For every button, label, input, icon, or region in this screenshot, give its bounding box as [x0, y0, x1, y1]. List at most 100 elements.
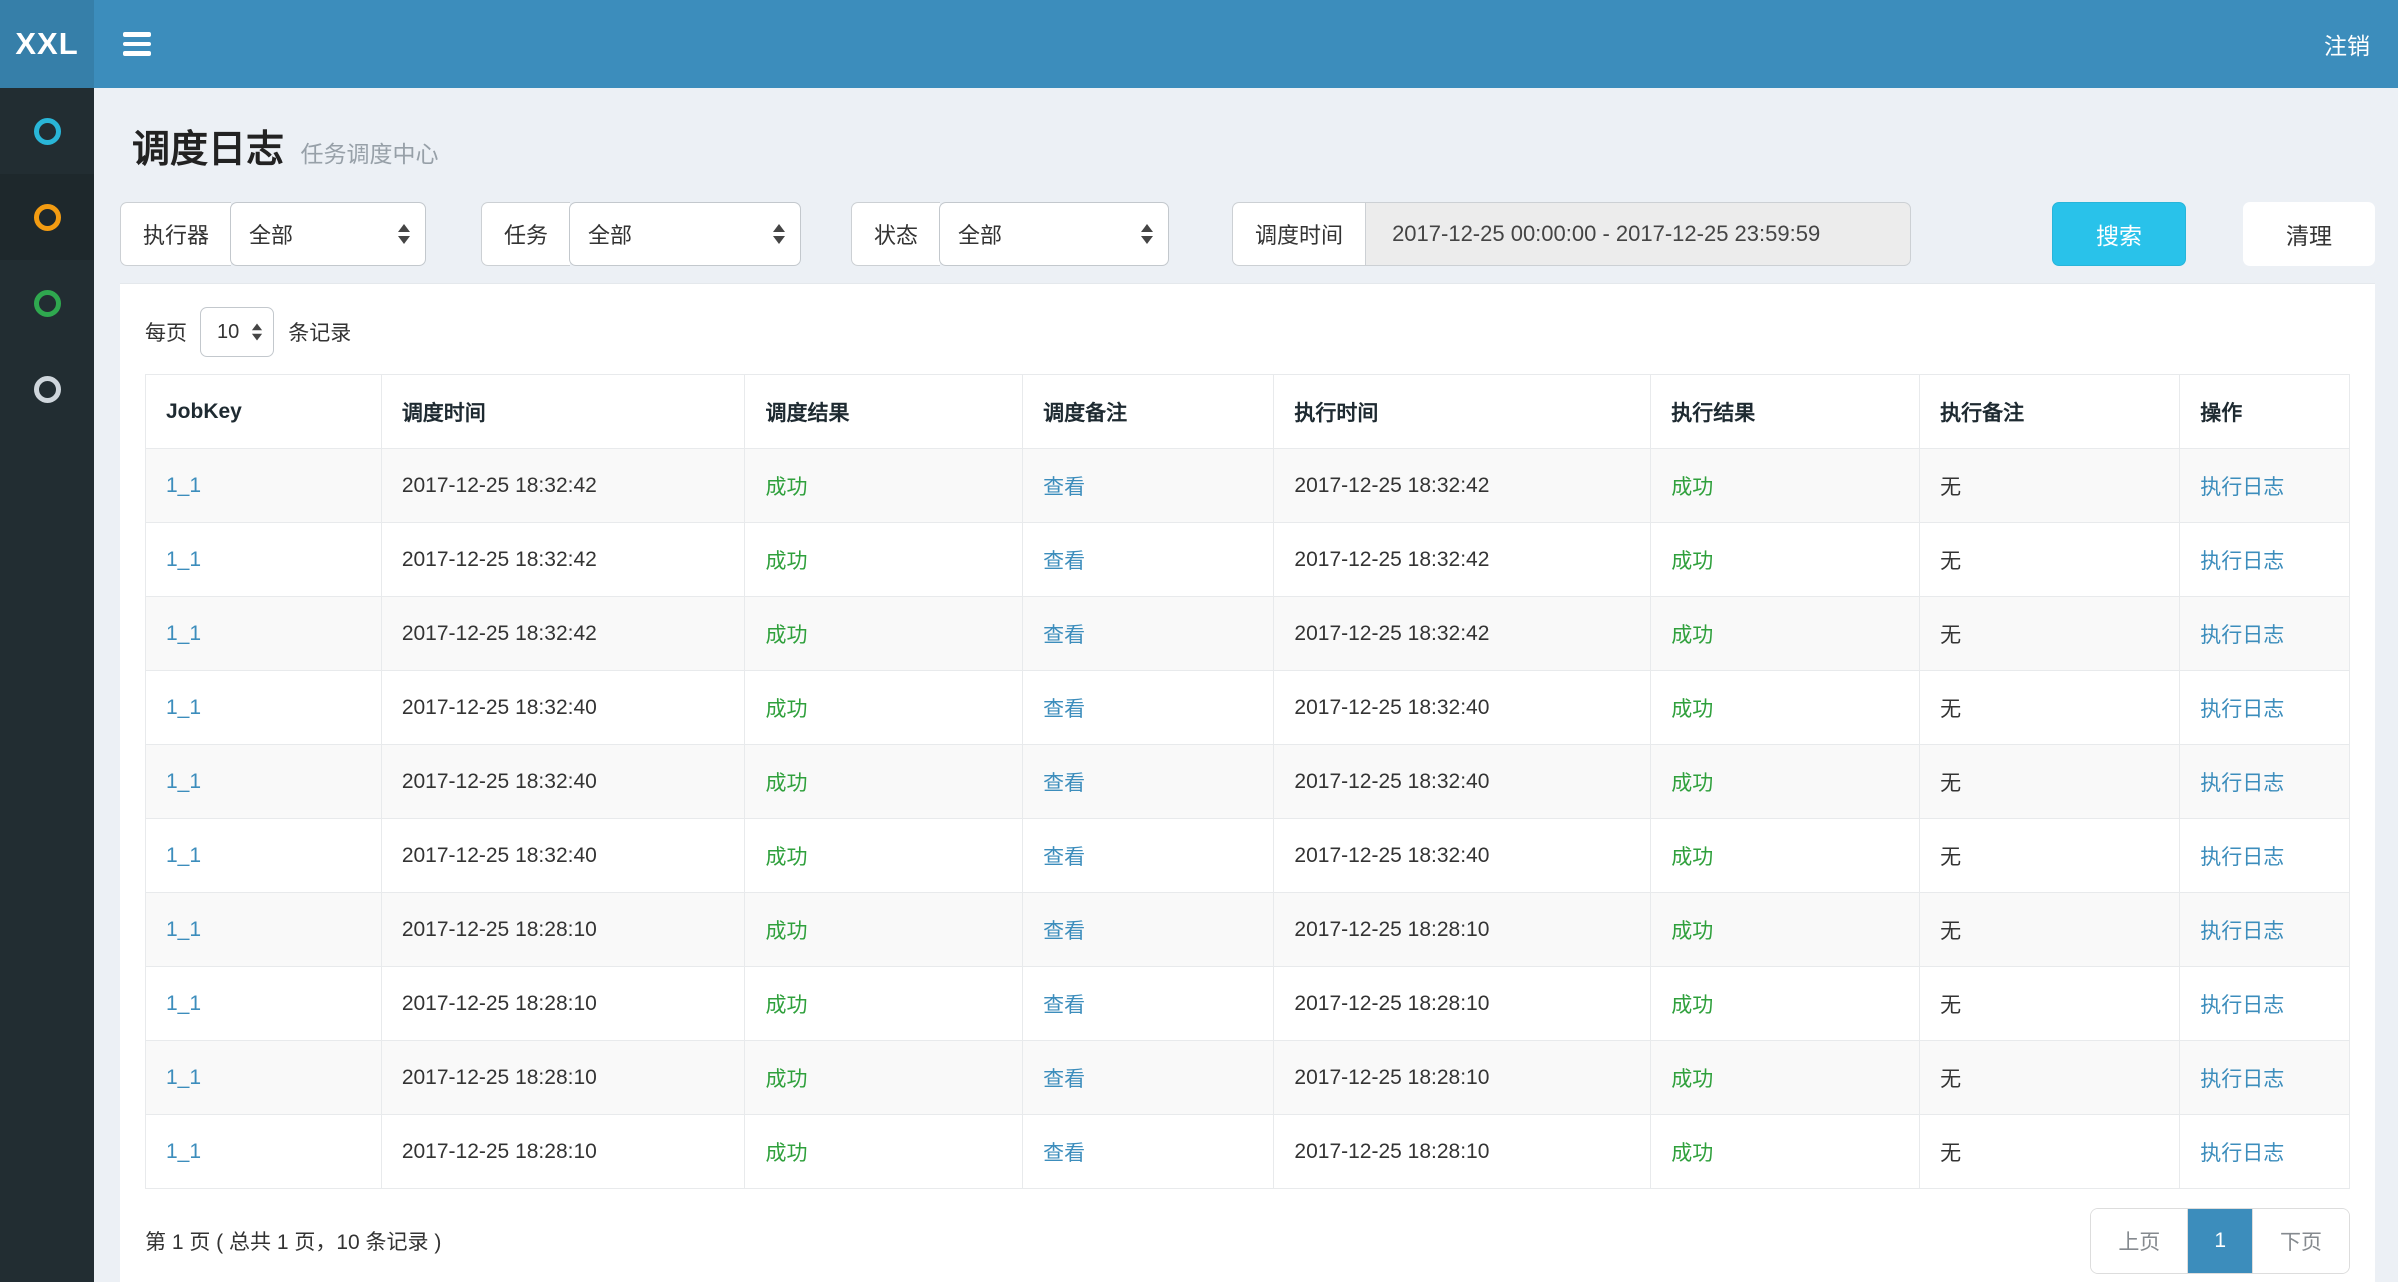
trigger-msg-link[interactable]: 查看 — [1043, 698, 1085, 721]
jobkey-link[interactable]: 1_1 — [166, 548, 201, 571]
job-filter-select[interactable]: 全部 — [569, 202, 801, 266]
handle-time-text: 2017-12-25 18:32:40 — [1294, 770, 1489, 793]
jobkey-link[interactable]: 1_1 — [166, 992, 201, 1015]
trigger-result-text: 成功 — [765, 846, 807, 869]
jobkey-link[interactable]: 1_1 — [166, 770, 201, 793]
app-logo: XXL — [0, 0, 94, 88]
trigger-msg-link[interactable]: 查看 — [1043, 624, 1085, 647]
jobkey-link[interactable]: 1_1 — [166, 622, 201, 645]
page-size-select[interactable]: 10 — [200, 307, 274, 357]
handle-result-text: 成功 — [1671, 1068, 1713, 1091]
exec-log-link[interactable]: 执行日志 — [2200, 994, 2284, 1017]
navbar-content: 注销 — [94, 0, 2398, 88]
table-row: 1_1 2017-12-25 18:32:40 成功 查看 2017-12-25… — [146, 745, 2350, 819]
exec-log-link[interactable]: 执行日志 — [2200, 920, 2284, 943]
select-arrows-icon — [398, 224, 410, 244]
next-page-button[interactable]: 下页 — [2252, 1209, 2349, 1273]
trigger-msg-link[interactable]: 查看 — [1043, 476, 1085, 499]
handle-result-text: 成功 — [1671, 846, 1713, 869]
app-window: XXL 注销 调度日志 任务调度中心 执行器 全部 — [0, 0, 2398, 1282]
time-range-input[interactable]: 2017-12-25 00:00:00 - 2017-12-25 23:59:5… — [1365, 202, 1911, 266]
exec-log-link[interactable]: 执行日志 — [2200, 1068, 2284, 1091]
sidebar-item-2-active[interactable] — [0, 174, 94, 260]
trigger-time-text: 2017-12-25 18:32:40 — [402, 844, 597, 867]
trigger-msg-link[interactable]: 查看 — [1043, 846, 1085, 869]
executor-filter-label: 执行器 — [120, 202, 231, 266]
trigger-time-text: 2017-12-25 18:28:10 — [402, 1140, 597, 1163]
table-row: 1_1 2017-12-25 18:28:10 成功 查看 2017-12-25… — [146, 967, 2350, 1041]
current-page-button[interactable]: 1 — [2187, 1209, 2252, 1273]
trigger-msg-link[interactable]: 查看 — [1043, 920, 1085, 943]
trigger-msg-link[interactable]: 查看 — [1043, 994, 1085, 1017]
handle-result-text: 成功 — [1671, 1142, 1713, 1165]
col-trigger-time: 调度时间 — [381, 375, 745, 449]
jobkey-link[interactable]: 1_1 — [166, 696, 201, 719]
prev-page-button[interactable]: 上页 — [2091, 1209, 2187, 1273]
sidebar-item-3[interactable] — [0, 260, 94, 346]
table-row: 1_1 2017-12-25 18:32:40 成功 查看 2017-12-25… — [146, 819, 2350, 893]
handle-msg-text: 无 — [1940, 624, 1961, 647]
select-arrows-icon — [1141, 224, 1153, 244]
handle-result-text: 成功 — [1671, 550, 1713, 573]
exec-log-link[interactable]: 执行日志 — [2200, 476, 2284, 499]
exec-log-link[interactable]: 执行日志 — [2200, 550, 2284, 573]
jobkey-link[interactable]: 1_1 — [166, 474, 201, 497]
trigger-result-text: 成功 — [765, 920, 807, 943]
jobkey-link[interactable]: 1_1 — [166, 844, 201, 867]
page-size-prefix: 每页 — [145, 317, 187, 347]
sidebar-item-4[interactable] — [0, 346, 94, 432]
logout-button[interactable]: 注销 — [2324, 27, 2370, 61]
jobkey-link[interactable]: 1_1 — [166, 1140, 201, 1163]
table-row: 1_1 2017-12-25 18:32:40 成功 查看 2017-12-25… — [146, 671, 2350, 745]
trigger-msg-link[interactable]: 查看 — [1043, 1142, 1085, 1165]
exec-log-link[interactable]: 执行日志 — [2200, 1142, 2284, 1165]
table-row: 1_1 2017-12-25 18:32:42 成功 查看 2017-12-25… — [146, 449, 2350, 523]
circle-outline-icon — [34, 290, 61, 317]
sidebar-item-1[interactable] — [0, 88, 94, 174]
trigger-time-text: 2017-12-25 18:32:40 — [402, 770, 597, 793]
handle-time-text: 2017-12-25 18:28:10 — [1294, 992, 1489, 1015]
status-filter-label: 状态 — [851, 202, 940, 266]
trigger-msg-link[interactable]: 查看 — [1043, 1068, 1085, 1091]
handle-result-text: 成功 — [1671, 994, 1713, 1017]
trigger-time-text: 2017-12-25 18:32:42 — [402, 548, 597, 571]
col-action: 操作 — [2180, 375, 2350, 449]
main-content: 调度日志 任务调度中心 执行器 全部 任务 全部 状态 — [94, 88, 2398, 1282]
table-footer: 第 1 页 ( 总共 1 页，10 条记录 ) 上页 1 下页 — [145, 1207, 2350, 1275]
handle-msg-text: 无 — [1940, 1068, 1961, 1091]
trigger-result-text: 成功 — [765, 994, 807, 1017]
clear-button[interactable]: 清理 — [2243, 202, 2375, 266]
handle-result-text: 成功 — [1671, 920, 1713, 943]
handle-time-text: 2017-12-25 18:28:10 — [1294, 918, 1489, 941]
page-header: 调度日志 任务调度中心 — [120, 88, 2375, 178]
handle-msg-text: 无 — [1940, 994, 1961, 1017]
exec-log-link[interactable]: 执行日志 — [2200, 698, 2284, 721]
col-trigger-result: 调度结果 — [745, 375, 1023, 449]
table-header-row: JobKey 调度时间 调度结果 调度备注 执行时间 执行结果 执行备注 操作 — [146, 375, 2350, 449]
hamburger-icon[interactable] — [123, 32, 151, 56]
status-filter-group: 状态 全部 — [851, 202, 1169, 266]
jobkey-link[interactable]: 1_1 — [166, 1066, 201, 1089]
table-row: 1_1 2017-12-25 18:28:10 成功 查看 2017-12-25… — [146, 1041, 2350, 1115]
handle-result-text: 成功 — [1671, 698, 1713, 721]
exec-log-link[interactable]: 执行日志 — [2200, 846, 2284, 869]
job-filter-label: 任务 — [481, 202, 570, 266]
trigger-time-text: 2017-12-25 18:32:40 — [402, 696, 597, 719]
search-button[interactable]: 搜索 — [2052, 202, 2186, 266]
trigger-result-text: 成功 — [765, 772, 807, 795]
handle-time-text: 2017-12-25 18:28:10 — [1294, 1140, 1489, 1163]
trigger-msg-link[interactable]: 查看 — [1043, 550, 1085, 573]
trigger-msg-link[interactable]: 查看 — [1043, 772, 1085, 795]
jobkey-link[interactable]: 1_1 — [166, 918, 201, 941]
executor-filter-select[interactable]: 全部 — [230, 202, 426, 266]
log-table: JobKey 调度时间 调度结果 调度备注 执行时间 执行结果 执行备注 操作 … — [145, 374, 2350, 1189]
trigger-time-text: 2017-12-25 18:32:42 — [402, 622, 597, 645]
col-handle-result: 执行结果 — [1651, 375, 1920, 449]
status-filter-select[interactable]: 全部 — [939, 202, 1169, 266]
exec-log-link[interactable]: 执行日志 — [2200, 772, 2284, 795]
handle-msg-text: 无 — [1940, 846, 1961, 869]
filter-bar: 执行器 全部 任务 全部 状态 全部 — [120, 202, 2375, 266]
handle-time-text: 2017-12-25 18:32:42 — [1294, 474, 1489, 497]
top-navbar: XXL 注销 — [0, 0, 2398, 88]
exec-log-link[interactable]: 执行日志 — [2200, 624, 2284, 647]
